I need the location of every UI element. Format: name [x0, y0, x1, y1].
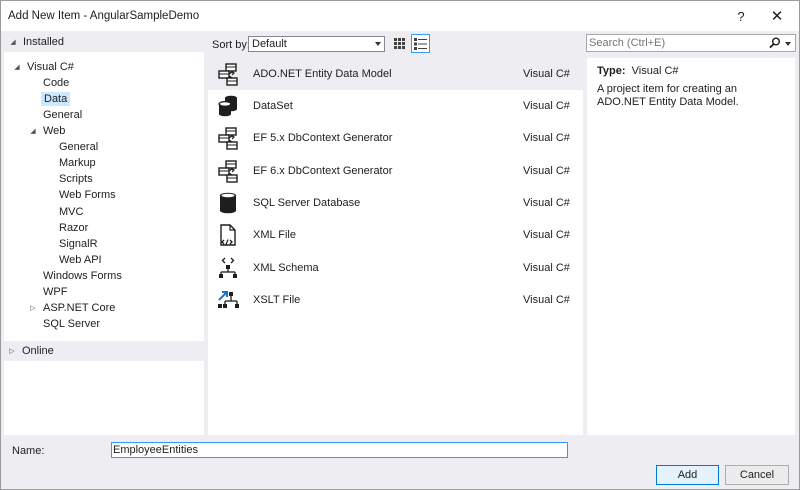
name-input[interactable] — [111, 442, 568, 458]
detail-type-value: Visual C# — [631, 65, 679, 77]
template-item[interactable]: EF 5.x DbContext Generator Visual C# — [208, 122, 583, 154]
tree-item-aspnet-core[interactable]: ▷ ASP.NET Core — [28, 300, 117, 316]
window-title: Add New Item - AngularSampleDemo — [8, 10, 200, 22]
details-pane: Type: Visual C# A project item for creat… — [587, 58, 795, 435]
cancel-button[interactable]: Cancel — [725, 465, 789, 485]
detail-type-label: Type: — [597, 65, 626, 77]
title-bar: Add New Item - AngularSampleDemo ? ✕ — [1, 1, 799, 31]
help-button[interactable]: ? — [727, 4, 755, 28]
search-options-arrow-icon[interactable] — [785, 42, 791, 46]
tree-item-windows-forms[interactable]: Windows Forms — [41, 268, 124, 284]
database-icon — [220, 192, 236, 214]
tree-item-visual-csharp[interactable]: ◢ Visual C# — [12, 59, 76, 75]
tree-item-general[interactable]: General — [41, 107, 84, 123]
template-item[interactable]: XML File Visual C# — [208, 219, 583, 251]
expanded-triangle-icon: ◢ — [14, 64, 20, 71]
grid-view-icon — [394, 38, 405, 49]
tree-item-web-general[interactable]: General — [57, 139, 100, 155]
sort-by-label: Sort by: — [212, 39, 250, 51]
tree-item-web-api[interactable]: Web API — [57, 252, 104, 268]
tree-item-mvc[interactable]: MVC — [57, 204, 85, 220]
template-item[interactable]: SQL Server Database Visual C# — [208, 187, 583, 219]
search-icon[interactable] — [769, 37, 781, 49]
close-button[interactable]: ✕ — [763, 4, 791, 28]
tree-item-web[interactable]: ◢ Web — [28, 123, 67, 139]
template-item[interactable]: XSLT File Visual C# — [208, 284, 583, 316]
category-tree: ◢ Installed ◢ Visual C# Code Data Genera… — [4, 32, 204, 435]
tree-item-razor[interactable]: Razor — [57, 220, 90, 236]
tree-item-online[interactable]: ▷ Online — [4, 341, 204, 361]
detail-type: Type: Visual C# — [597, 65, 679, 77]
tree-item-signalr[interactable]: SignalR — [57, 236, 100, 252]
tree-item-data[interactable]: Data — [41, 91, 71, 107]
template-item[interactable]: EF 6.x DbContext Generator Visual C# — [208, 155, 583, 187]
xml-schema-icon — [219, 257, 237, 278]
collapsed-triangle-icon: ▷ — [9, 348, 15, 355]
tree-item-scripts[interactable]: Scripts — [57, 171, 95, 187]
medium-icons-view-button[interactable] — [411, 34, 430, 53]
dataset-icon — [218, 95, 237, 117]
name-label: Name: — [12, 445, 45, 457]
detail-description: A project item for creating an ADO.NET E… — [597, 83, 739, 108]
tree-item-web-forms[interactable]: Web Forms — [57, 187, 118, 203]
tree-item-markup[interactable]: Markup — [57, 155, 98, 171]
expanded-triangle-icon: ◢ — [30, 128, 36, 135]
template-item[interactable]: ADO.NET Entity Data Model Visual C# — [208, 58, 583, 90]
entity-model-icon — [218, 127, 238, 150]
small-icons-view-button[interactable] — [390, 34, 409, 53]
dropdown-arrow-icon — [375, 42, 381, 46]
template-item[interactable]: DataSet Visual C# — [208, 90, 583, 122]
search-box — [586, 34, 796, 52]
tree-item-wpf[interactable]: WPF — [41, 284, 69, 300]
sort-by-value: Default — [252, 38, 287, 50]
tree-item-code[interactable]: Code — [41, 75, 71, 91]
sort-by-dropdown[interactable]: Default — [248, 36, 385, 52]
entity-model-icon — [218, 160, 238, 183]
xml-file-icon — [220, 224, 236, 246]
template-list: ADO.NET Entity Data Model Visual C# Data… — [208, 58, 583, 435]
add-new-item-dialog: Add New Item - AngularSampleDemo ? ✕ ◢ I… — [0, 0, 800, 490]
entity-model-icon — [218, 63, 238, 86]
add-button[interactable]: Add — [656, 465, 719, 485]
tree-item-sql-server[interactable]: SQL Server — [41, 316, 102, 332]
template-item[interactable]: XML Schema Visual C# — [208, 252, 583, 284]
collapsed-triangle-icon: ▷ — [30, 305, 36, 312]
expanded-triangle-icon: ◢ — [10, 39, 16, 46]
tree-item-installed[interactable]: ◢ Installed — [4, 32, 204, 52]
xslt-file-icon — [218, 291, 239, 308]
search-input[interactable] — [589, 36, 769, 50]
list-view-icon — [414, 37, 427, 50]
